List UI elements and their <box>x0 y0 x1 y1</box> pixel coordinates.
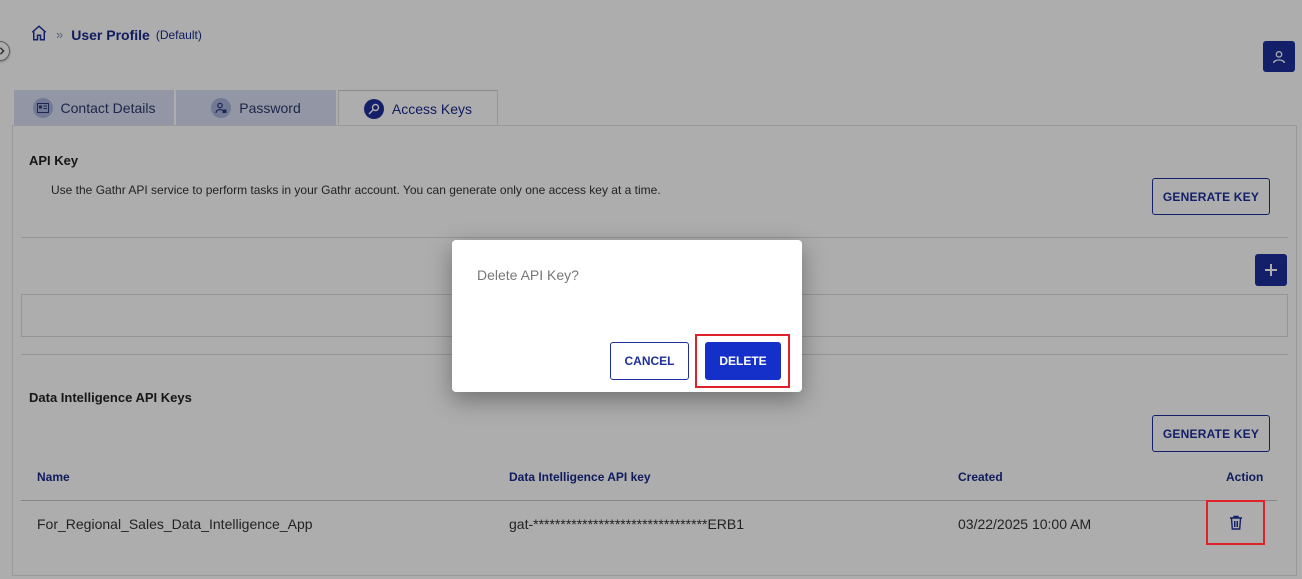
delete-highlight <box>695 334 790 388</box>
delete-confirm-dialog: Delete API Key? CANCEL DELETE <box>452 240 802 392</box>
cancel-button[interactable]: CANCEL <box>610 342 689 380</box>
trash-highlight <box>1206 500 1265 545</box>
dialog-message: Delete API Key? <box>477 267 579 283</box>
